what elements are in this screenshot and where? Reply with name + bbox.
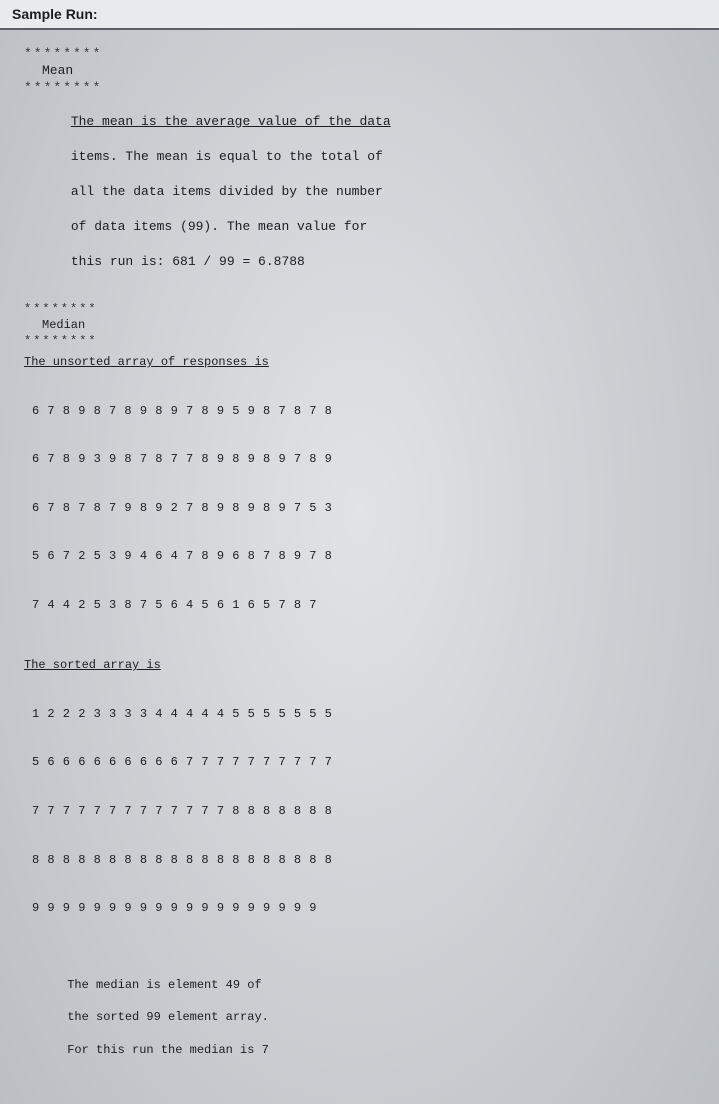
median-section: ******** Median ******** The unsorted ar… bbox=[24, 302, 695, 1074]
median-conclusion: The median is element 49 of the sorted 9… bbox=[24, 961, 695, 1074]
mean-line-0: The mean is the average value of the dat… bbox=[71, 114, 391, 129]
separator-top-2: ******** bbox=[24, 302, 695, 316]
unsorted-row-2: 6 7 8 7 8 7 9 8 9 2 7 8 9 8 9 8 9 7 5 3 bbox=[32, 500, 695, 516]
unsorted-row-4: 7 4 4 2 5 3 8 7 5 6 4 5 6 1 6 5 7 8 7 bbox=[32, 597, 695, 613]
separator-top: ******** bbox=[24, 46, 695, 62]
unsorted-row-1: 6 7 8 9 3 9 8 7 8 7 7 8 9 8 9 8 9 7 8 9 bbox=[32, 451, 695, 467]
mean-line-2: all the data items divided by the number bbox=[71, 184, 383, 199]
unsorted-label: The unsorted array of responses is bbox=[24, 354, 695, 370]
header-title-text: Sample Run: bbox=[12, 6, 98, 22]
conclusion-line-2: For this run the median is 7 bbox=[67, 1043, 269, 1057]
unsorted-row-3: 5 6 7 2 5 3 9 4 6 4 7 8 9 6 8 7 8 9 7 8 bbox=[32, 548, 695, 564]
sorted-row-3: 8 8 8 8 8 8 8 8 8 8 8 8 8 8 8 8 8 8 8 8 bbox=[32, 852, 695, 868]
sorted-row-0: 1 2 2 2 3 3 3 3 4 4 4 4 4 5 5 5 5 5 5 5 bbox=[32, 706, 695, 722]
mean-paragraph: The mean is the average value of the dat… bbox=[24, 95, 695, 288]
unsorted-rows: 6 7 8 9 8 7 8 9 8 9 7 8 9 5 9 8 7 8 7 8 … bbox=[24, 370, 695, 645]
mean-line-4: this run is: 681 / 99 = 6.8788 bbox=[71, 254, 305, 269]
content-area: ******** Mean ******** The mean is the a… bbox=[0, 30, 719, 1104]
separator-bottom: ******** bbox=[24, 80, 695, 96]
mean-section: ******** Mean ******** The mean is the a… bbox=[24, 46, 695, 288]
sorted-row-2: 7 7 7 7 7 7 7 7 7 7 7 7 7 8 8 8 8 8 8 8 bbox=[32, 803, 695, 819]
conclusion-line-0: The median is element 49 of bbox=[67, 978, 261, 992]
mean-title: Mean bbox=[24, 62, 695, 80]
conclusion-line-1: the sorted 99 element array. bbox=[67, 1010, 269, 1024]
sorted-label: The sorted array is bbox=[24, 657, 695, 673]
sorted-row-4: 9 9 9 9 9 9 9 9 9 9 9 9 9 9 9 9 9 9 9 bbox=[32, 900, 695, 916]
sorted-rows: 1 2 2 2 3 3 3 3 4 4 4 4 4 5 5 5 5 5 5 5 … bbox=[24, 674, 695, 949]
mean-line-1: items. The mean is equal to the total of bbox=[71, 149, 383, 164]
median-title: Median bbox=[24, 317, 695, 334]
mean-line-3: of data items (99). The mean value for bbox=[71, 219, 367, 234]
separator-bottom-2: ******** bbox=[24, 334, 695, 348]
unsorted-row-0: 6 7 8 9 8 7 8 9 8 9 7 8 9 5 9 8 7 8 7 8 bbox=[32, 403, 695, 419]
sorted-row-1: 5 6 6 6 6 6 6 6 6 6 7 7 7 7 7 7 7 7 7 7 bbox=[32, 754, 695, 770]
page-title: Sample Run: bbox=[0, 0, 719, 30]
